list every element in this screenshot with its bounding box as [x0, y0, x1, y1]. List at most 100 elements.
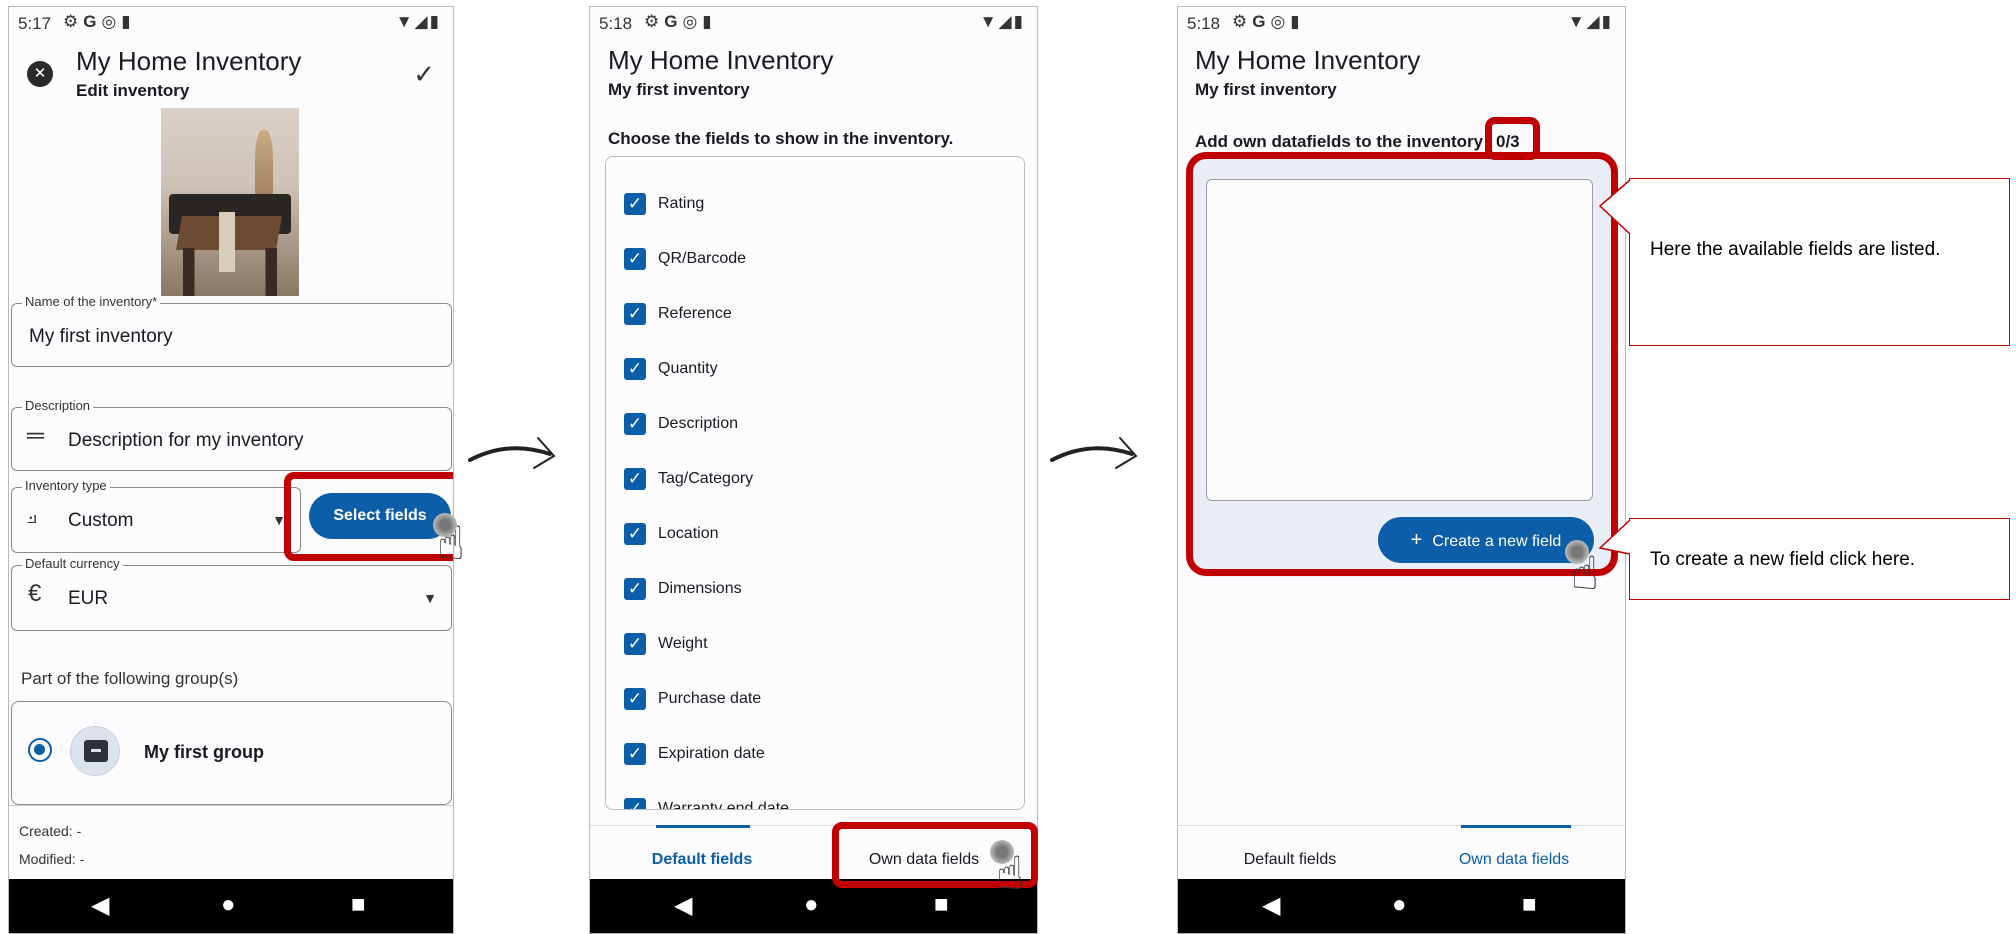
- nav-back-icon[interactable]: ◀: [1262, 891, 1280, 920]
- inventory-type-field[interactable]: Inventory type ⟓ Custom ▼: [11, 478, 301, 553]
- euro-icon: €: [28, 580, 42, 607]
- checkbox-checked-icon[interactable]: ✓: [624, 413, 646, 435]
- checkbox-checked-icon[interactable]: ✓: [624, 468, 646, 490]
- callout-available-fields-text: Here the available fields are listed.: [1650, 239, 1941, 260]
- close-icon[interactable]: ✕: [27, 61, 53, 87]
- chevron-down-icon[interactable]: ▼: [423, 590, 437, 606]
- status-system-icons: ▼◢▮: [1567, 12, 1613, 31]
- screen-subtitle: Edit inventory: [76, 81, 190, 100]
- screen-choose-fields: 5:18 ⚙G◎▮ ▼◢▮ My Home Inventory My first…: [589, 6, 1038, 934]
- checkbox-checked-icon[interactable]: ✓: [624, 193, 646, 215]
- confirm-check-icon[interactable]: ✓: [413, 59, 435, 90]
- checkbox-checked-icon[interactable]: ✓: [624, 743, 646, 765]
- description-label: Description: [22, 398, 94, 413]
- nav-home-icon[interactable]: ●: [804, 891, 819, 919]
- inventory-name-field[interactable]: Name of the inventory* My first inventor…: [11, 294, 452, 367]
- callout-available-fields: Here the available fields are listed.: [1629, 178, 2010, 346]
- inventory-type-label: Inventory type: [22, 478, 110, 493]
- field-label: Quantity: [658, 360, 718, 377]
- group-avatar: [70, 726, 120, 776]
- radio-selected-icon[interactable]: [28, 738, 52, 762]
- callout-pointer: [1598, 519, 1631, 555]
- status-bar: 5:17 ⚙G◎▮ ▼◢▮: [9, 7, 453, 41]
- meta-divider: [9, 805, 453, 806]
- checkbox-checked-icon[interactable]: ✓: [624, 578, 646, 600]
- tab-indicator: [1461, 825, 1571, 828]
- system-nav-bar: ◀ ● ■: [9, 879, 453, 933]
- tap-hand-icon: ☝: [996, 847, 1025, 899]
- nav-home-icon[interactable]: ●: [1392, 891, 1407, 919]
- photo-plant: [255, 130, 273, 200]
- nav-back-icon[interactable]: ◀: [674, 891, 692, 920]
- checkbox-checked-icon[interactable]: ✓: [624, 248, 646, 270]
- nav-recents-icon[interactable]: ■: [1522, 891, 1537, 919]
- status-notification-icons: ⚙G◎▮: [1232, 12, 1305, 31]
- checkbox-checked-icon[interactable]: ✓: [624, 798, 646, 809]
- field-label: Weight: [658, 635, 708, 652]
- status-time: 5:18: [599, 14, 633, 33]
- app-title: My Home Inventory: [608, 45, 834, 75]
- app-title: My Home Inventory: [1195, 45, 1421, 75]
- inventory-name-value: My first inventory: [29, 326, 173, 347]
- nav-home-icon[interactable]: ●: [221, 891, 236, 919]
- description-value: Description for my inventory: [68, 430, 304, 451]
- fields-list[interactable]: ✓ Rating ✓ QR/Barcode ✓ Reference ✓ Quan…: [605, 156, 1025, 810]
- nav-recents-icon[interactable]: ■: [934, 891, 949, 919]
- own-fields-panel-highlight: [1186, 152, 1618, 576]
- system-nav-bar: ◀ ● ■: [1178, 879, 1625, 933]
- checkbox-checked-icon[interactable]: ✓: [624, 358, 646, 380]
- nav-recents-icon[interactable]: ■: [351, 891, 366, 919]
- checkbox-checked-icon[interactable]: ✓: [624, 633, 646, 655]
- photo-table-legs: [183, 248, 277, 296]
- inventory-name-label: Name of the inventory*: [22, 294, 161, 309]
- status-time: 5:18: [1187, 14, 1221, 33]
- status-bar: 5:18 ⚙G◎▮ ▼◢▮: [590, 7, 1037, 41]
- modified-label: Modified: -: [19, 851, 85, 867]
- group-card[interactable]: My first group: [11, 701, 452, 805]
- inventory-type-value: Custom: [68, 510, 134, 531]
- tab-indicator: [656, 825, 750, 828]
- description-field[interactable]: Description ═ Description for my invento…: [11, 398, 452, 471]
- groups-heading: Part of the following group(s): [21, 669, 239, 688]
- close-glyph: ✕: [33, 65, 47, 82]
- status-bar: 5:18 ⚙G◎▮ ▼◢▮: [1178, 7, 1625, 41]
- currency-value: EUR: [68, 588, 109, 609]
- callout-create-field-text: To create a new field click here.: [1650, 549, 1916, 570]
- checkbox-checked-icon[interactable]: ✓: [624, 303, 646, 325]
- notes-icon: ═: [27, 422, 45, 449]
- status-notification-icons: ⚙G◎▮: [644, 12, 717, 31]
- field-label: Reference: [658, 305, 732, 322]
- group-name: My first group: [144, 742, 264, 762]
- select-fields-highlight: [284, 472, 453, 561]
- status-notification-icons: ⚙G◎▮: [63, 12, 136, 31]
- status-time: 5:17: [18, 14, 52, 33]
- inventory-photo[interactable]: [161, 108, 299, 296]
- tap-hand-icon: ☝: [1571, 547, 1600, 599]
- tap-ripple-icon: [433, 513, 457, 537]
- field-label: Location: [658, 525, 719, 542]
- screen-edit-inventory: 5:17 ⚙G◎▮ ▼◢▮ ✕ My Home Inventory Edit i…: [8, 6, 454, 934]
- status-system-icons: ▼◢▮: [979, 12, 1025, 31]
- field-label: Description: [658, 415, 739, 432]
- tab-own-data-fields[interactable]: Own data fields: [1402, 851, 1625, 869]
- checkbox-checked-icon[interactable]: ✓: [624, 523, 646, 545]
- flow-arrow-icon: [1050, 437, 1138, 469]
- callout-create-field: To create a new field click here.: [1629, 518, 2010, 600]
- flow-arrow-icon: [468, 437, 556, 469]
- field-label: Rating: [658, 195, 705, 212]
- crop-icon: ⟓: [26, 502, 38, 529]
- tab-default-fields[interactable]: Default fields: [590, 851, 814, 869]
- callout-pointer: [1598, 179, 1631, 235]
- tab-default-fields[interactable]: Default fields: [1178, 851, 1402, 869]
- currency-field[interactable]: Default currency € EUR ▼: [11, 556, 452, 631]
- field-label: Warranty end date: [658, 800, 790, 810]
- created-label: Created: -: [19, 823, 82, 839]
- archive-box-icon: [84, 740, 108, 762]
- field-label: Purchase date: [658, 690, 762, 707]
- field-label: QR/Barcode: [658, 250, 747, 267]
- field-label: Tag/Category: [658, 470, 754, 487]
- screen-subtitle: My first inventory: [1195, 80, 1337, 99]
- checkbox-checked-icon[interactable]: ✓: [624, 688, 646, 710]
- nav-back-icon[interactable]: ◀: [91, 891, 109, 920]
- app-title: My Home Inventory: [76, 46, 302, 76]
